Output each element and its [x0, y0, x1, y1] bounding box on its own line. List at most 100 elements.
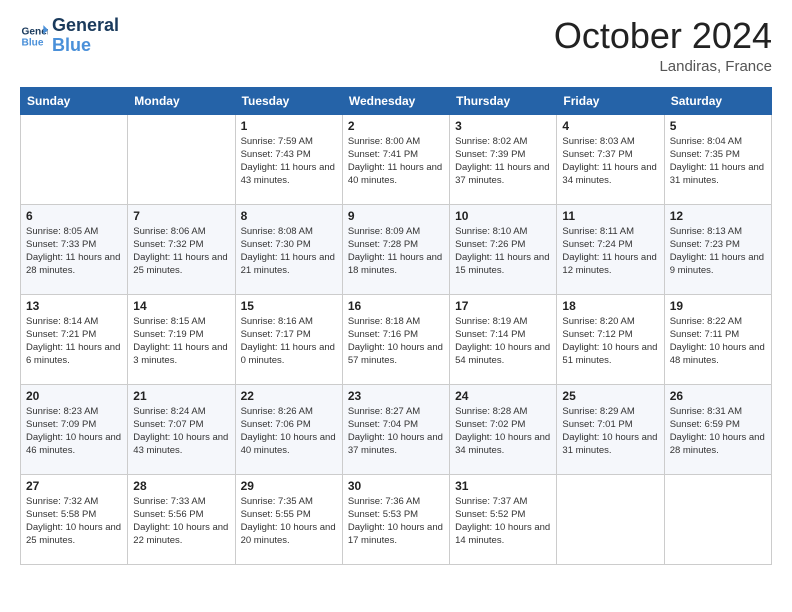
calendar-cell: 20 Sunrise: 8:23 AM Sunset: 7:09 PM Dayli… — [21, 384, 128, 474]
dow-header-sunday: Sunday — [21, 87, 128, 114]
day-number: 4 — [562, 119, 658, 133]
calendar-cell: 11 Sunrise: 8:11 AM Sunset: 7:24 PM Dayli… — [557, 204, 664, 294]
dow-header-tuesday: Tuesday — [235, 87, 342, 114]
calendar-cell: 25 Sunrise: 8:29 AM Sunset: 7:01 PM Dayli… — [557, 384, 664, 474]
day-info: Sunrise: 8:00 AM Sunset: 7:41 PM Dayligh… — [348, 135, 444, 188]
calendar-cell: 6 Sunrise: 8:05 AM Sunset: 7:33 PM Daylig… — [21, 204, 128, 294]
day-info: Sunrise: 8:27 AM Sunset: 7:04 PM Dayligh… — [348, 405, 444, 458]
dow-header-wednesday: Wednesday — [342, 87, 449, 114]
day-info: Sunrise: 8:29 AM Sunset: 7:01 PM Dayligh… — [562, 405, 658, 458]
day-info: Sunrise: 8:23 AM Sunset: 7:09 PM Dayligh… — [26, 405, 122, 458]
calendar-cell: 18Sunrise: 8:20 AM Sunset: 7:12 PM Dayli… — [557, 294, 664, 384]
dow-header-saturday: Saturday — [664, 87, 771, 114]
calendar-cell: 13 Sunrise: 8:14 AM Sunset: 7:21 PM Dayli… — [21, 294, 128, 384]
day-number: 16 — [348, 299, 444, 313]
day-number: 3 — [455, 119, 551, 133]
calendar-cell: 30 Sunrise: 7:36 AM Sunset: 5:53 PM Dayli… — [342, 474, 449, 564]
day-number: 24 — [455, 389, 551, 403]
calendar-cell: 8 Sunrise: 8:08 AM Sunset: 7:30 PM Daylig… — [235, 204, 342, 294]
day-number: 5 — [670, 119, 766, 133]
calendar-cell: 21 Sunrise: 8:24 AM Sunset: 7:07 PM Dayli… — [128, 384, 235, 474]
day-info: Sunrise: 7:37 AM Sunset: 5:52 PM Dayligh… — [455, 495, 551, 548]
day-number: 26 — [670, 389, 766, 403]
day-number: 2 — [348, 119, 444, 133]
calendar-cell: 10 Sunrise: 8:10 AM Sunset: 7:26 PM Dayli… — [450, 204, 557, 294]
day-info: Sunrise: 7:32 AM Sunset: 5:58 PM Dayligh… — [26, 495, 122, 548]
calendar-table: SundayMondayTuesdayWednesdayThursdayFrid… — [20, 87, 772, 565]
logo: General Blue General Blue — [20, 16, 119, 56]
calendar-cell: 14Sunrise: 8:15 AM Sunset: 7:19 PM Dayli… — [128, 294, 235, 384]
day-info: Sunrise: 7:35 AM Sunset: 5:55 PM Dayligh… — [241, 495, 337, 548]
day-number: 7 — [133, 209, 229, 223]
logo-text: General Blue — [52, 16, 119, 56]
day-info: Sunrise: 7:36 AM Sunset: 5:53 PM Dayligh… — [348, 495, 444, 548]
calendar-cell: 31Sunrise: 7:37 AM Sunset: 5:52 PM Dayli… — [450, 474, 557, 564]
day-number: 19 — [670, 299, 766, 313]
day-info: Sunrise: 8:22 AM Sunset: 7:11 PM Dayligh… — [670, 315, 766, 368]
dow-header-friday: Friday — [557, 87, 664, 114]
calendar-cell: 19 Sunrise: 8:22 AM Sunset: 7:11 PM Dayli… — [664, 294, 771, 384]
day-info: Sunrise: 8:08 AM Sunset: 7:30 PM Dayligh… — [241, 225, 337, 278]
days-of-week-row: SundayMondayTuesdayWednesdayThursdayFrid… — [21, 87, 772, 114]
day-info: Sunrise: 8:24 AM Sunset: 7:07 PM Dayligh… — [133, 405, 229, 458]
svg-text:Blue: Blue — [22, 37, 44, 48]
day-number: 14 — [133, 299, 229, 313]
calendar-cell: 28Sunrise: 7:33 AM Sunset: 5:56 PM Dayli… — [128, 474, 235, 564]
dow-header-monday: Monday — [128, 87, 235, 114]
calendar-cell — [664, 474, 771, 564]
month-title: October 2024 — [554, 16, 772, 56]
calendar-cell: 17Sunrise: 8:19 AM Sunset: 7:14 PM Dayli… — [450, 294, 557, 384]
day-number: 15 — [241, 299, 337, 313]
day-number: 20 — [26, 389, 122, 403]
day-number: 17 — [455, 299, 551, 313]
calendar-cell: 26 Sunrise: 8:31 AM Sunset: 6:59 PM Dayli… — [664, 384, 771, 474]
day-number: 23 — [348, 389, 444, 403]
title-block: October 2024 Landiras, France — [554, 16, 772, 75]
day-info: Sunrise: 8:20 AM Sunset: 7:12 PM Dayligh… — [562, 315, 658, 368]
day-number: 21 — [133, 389, 229, 403]
day-info: Sunrise: 8:28 AM Sunset: 7:02 PM Dayligh… — [455, 405, 551, 458]
day-info: Sunrise: 8:14 AM Sunset: 7:21 PM Dayligh… — [26, 315, 122, 368]
calendar-cell: 23 Sunrise: 8:27 AM Sunset: 7:04 PM Dayli… — [342, 384, 449, 474]
day-info: Sunrise: 8:09 AM Sunset: 7:28 PM Dayligh… — [348, 225, 444, 278]
calendar-cell: 12Sunrise: 8:13 AM Sunset: 7:23 PM Dayli… — [664, 204, 771, 294]
calendar-cell: 4 Sunrise: 8:03 AM Sunset: 7:37 PM Daylig… — [557, 114, 664, 204]
day-info: Sunrise: 8:05 AM Sunset: 7:33 PM Dayligh… — [26, 225, 122, 278]
day-info: Sunrise: 8:04 AM Sunset: 7:35 PM Dayligh… — [670, 135, 766, 188]
calendar-week-5: 27 Sunrise: 7:32 AM Sunset: 5:58 PM Dayli… — [21, 474, 772, 564]
day-info: Sunrise: 8:10 AM Sunset: 7:26 PM Dayligh… — [455, 225, 551, 278]
calendar-cell: 15 Sunrise: 8:16 AM Sunset: 7:17 PM Dayli… — [235, 294, 342, 384]
page-header: General Blue General Blue October 2024 L… — [20, 16, 772, 75]
calendar-body: 1Sunrise: 7:59 AM Sunset: 7:43 PM Daylig… — [21, 114, 772, 564]
day-number: 25 — [562, 389, 658, 403]
logo-icon: General Blue — [20, 22, 48, 50]
calendar-cell — [128, 114, 235, 204]
logo-line1: General — [52, 15, 119, 35]
day-number: 11 — [562, 209, 658, 223]
day-info: Sunrise: 8:11 AM Sunset: 7:24 PM Dayligh… — [562, 225, 658, 278]
calendar-cell: 2 Sunrise: 8:00 AM Sunset: 7:41 PM Daylig… — [342, 114, 449, 204]
day-number: 12 — [670, 209, 766, 223]
calendar-cell: 29 Sunrise: 7:35 AM Sunset: 5:55 PM Dayli… — [235, 474, 342, 564]
location-subtitle: Landiras, France — [554, 58, 772, 75]
calendar-cell: 22Sunrise: 8:26 AM Sunset: 7:06 PM Dayli… — [235, 384, 342, 474]
day-number: 1 — [241, 119, 337, 133]
day-number: 10 — [455, 209, 551, 223]
day-number: 8 — [241, 209, 337, 223]
day-number: 29 — [241, 479, 337, 493]
day-info: Sunrise: 8:16 AM Sunset: 7:17 PM Dayligh… — [241, 315, 337, 368]
day-number: 6 — [26, 209, 122, 223]
day-number: 30 — [348, 479, 444, 493]
day-info: Sunrise: 8:03 AM Sunset: 7:37 PM Dayligh… — [562, 135, 658, 188]
calendar-cell: 27 Sunrise: 7:32 AM Sunset: 5:58 PM Dayli… — [21, 474, 128, 564]
calendar-cell: 16Sunrise: 8:18 AM Sunset: 7:16 PM Dayli… — [342, 294, 449, 384]
day-info: Sunrise: 8:31 AM Sunset: 6:59 PM Dayligh… — [670, 405, 766, 458]
calendar-cell: 7 Sunrise: 8:06 AM Sunset: 7:32 PM Daylig… — [128, 204, 235, 294]
day-number: 22 — [241, 389, 337, 403]
day-number: 27 — [26, 479, 122, 493]
day-number: 9 — [348, 209, 444, 223]
day-number: 13 — [26, 299, 122, 313]
calendar-cell: 1Sunrise: 7:59 AM Sunset: 7:43 PM Daylig… — [235, 114, 342, 204]
day-info: Sunrise: 8:06 AM Sunset: 7:32 PM Dayligh… — [133, 225, 229, 278]
calendar-week-1: 1Sunrise: 7:59 AM Sunset: 7:43 PM Daylig… — [21, 114, 772, 204]
